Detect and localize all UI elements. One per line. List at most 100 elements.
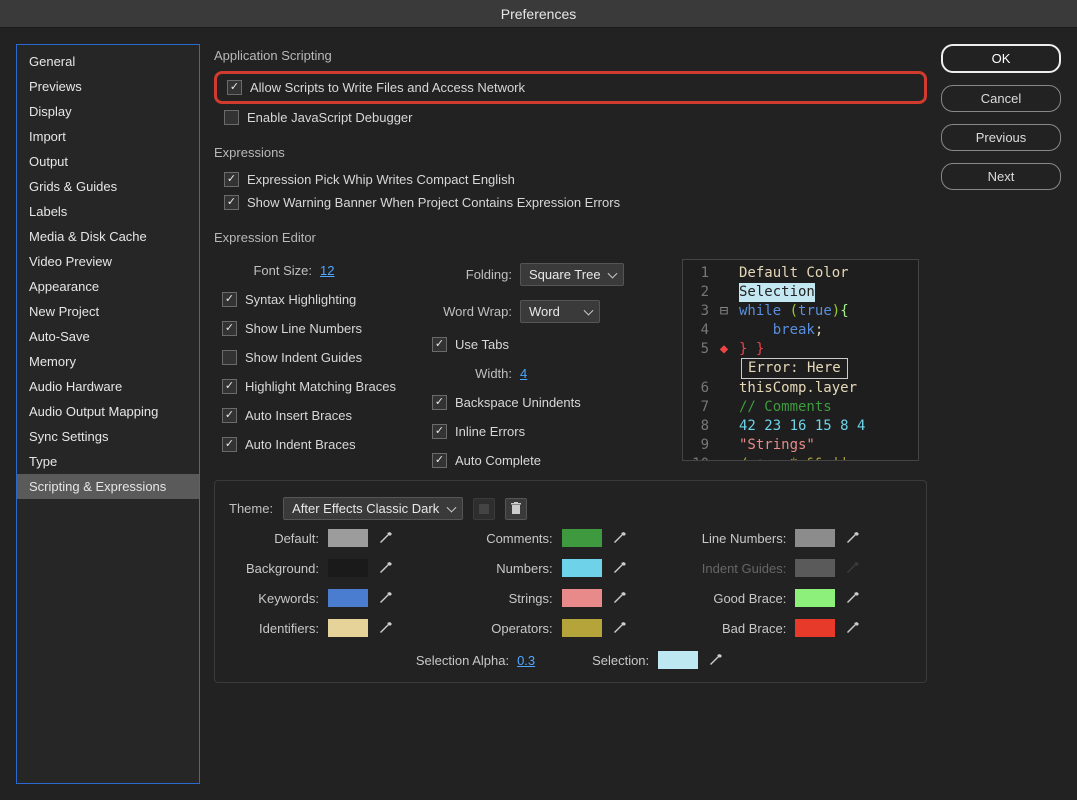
good_brace-eyedropper-icon[interactable] [844,589,862,607]
line_numbers-color-label: Line Numbers: [696,531,786,546]
selection-swatch[interactable] [657,650,699,670]
auto-indent-label: Auto Indent Braces [245,437,356,452]
inline-errors-checkbox[interactable] [432,424,447,439]
next-button[interactable]: Next [941,163,1061,190]
allow-scripts-checkbox[interactable] [227,80,242,95]
match-braces-checkbox[interactable] [222,379,237,394]
save-theme-icon [473,498,495,520]
default-eyedropper-icon[interactable] [377,529,395,547]
comments-swatch[interactable] [561,528,603,548]
sidebar-item-grids-guides[interactable]: Grids & Guides [17,174,199,199]
line-nums-label: Show Line Numbers [245,321,362,336]
sidebar-item-type[interactable]: Type [17,449,199,474]
operators-eyedropper-icon[interactable] [611,619,629,637]
indent-color-label: Indent Guides: [696,561,786,576]
warning-banner-checkbox[interactable] [224,195,239,210]
selection-eyedropper-icon[interactable] [707,651,725,669]
previous-button[interactable]: Previous [941,124,1061,151]
js-debugger-checkbox[interactable] [224,110,239,125]
backspace-unindent-checkbox[interactable] [432,395,447,410]
comments-color-label: Comments: [463,531,553,546]
numbers-color-label: Numbers: [463,561,553,576]
sidebar-item-appearance[interactable]: Appearance [17,274,199,299]
bad_brace-eyedropper-icon[interactable] [844,619,862,637]
bad_brace-color-label: Bad Brace: [696,621,786,636]
use-tabs-label: Use Tabs [455,337,509,352]
operators-color-label: Operators: [463,621,553,636]
indent-guides-label: Show Indent Guides [245,350,362,365]
sidebar-item-previews[interactable]: Previews [17,74,199,99]
selection-alpha-value[interactable]: 0.3 [517,653,535,668]
line_numbers-eyedropper-icon[interactable] [844,529,862,547]
sidebar-item-new-project[interactable]: New Project [17,299,199,324]
auto-indent-checkbox[interactable] [222,437,237,452]
application-scripting-group: Application Scripting Allow Scripts to W… [214,48,927,141]
titlebar: Preferences [0,0,1077,28]
selection-color-label: Selection: [559,653,649,668]
ok-button[interactable]: OK [941,44,1061,73]
good_brace-swatch[interactable] [794,588,836,608]
auto-insert-checkbox[interactable] [222,408,237,423]
theme-select[interactable]: After Effects Classic Dark [283,497,463,520]
sidebar-item-memory[interactable]: Memory [17,349,199,374]
identifiers-swatch[interactable] [327,618,369,638]
sidebar-item-import[interactable]: Import [17,124,199,149]
expression-editor-title: Expression Editor [214,230,927,245]
auto-complete-checkbox[interactable] [432,453,447,468]
js-debugger-label: Enable JavaScript Debugger [247,110,413,125]
use-tabs-checkbox[interactable] [432,337,447,352]
sidebar-item-sync-settings[interactable]: Sync Settings [17,424,199,449]
numbers-swatch[interactable] [561,558,603,578]
preferences-sidebar: GeneralPreviewsDisplayImportOutputGrids … [16,44,200,784]
inline-errors-label: Inline Errors [455,424,525,439]
line-nums-checkbox[interactable] [222,321,237,336]
expressions-title: Expressions [214,145,927,160]
numbers-eyedropper-icon[interactable] [611,559,629,577]
cancel-button[interactable]: Cancel [941,85,1061,112]
auto-complete-label: Auto Complete [455,453,541,468]
strings-swatch[interactable] [561,588,603,608]
font-size-label: Font Size: [222,263,312,278]
comments-eyedropper-icon[interactable] [611,529,629,547]
line_numbers-swatch[interactable] [794,528,836,548]
tab-width-value[interactable]: 4 [520,366,527,381]
strings-color-label: Strings: [463,591,553,606]
sidebar-item-display[interactable]: Display [17,99,199,124]
strings-eyedropper-icon[interactable] [611,589,629,607]
background-eyedropper-icon[interactable] [377,559,395,577]
word-wrap-label: Word Wrap: [432,304,512,319]
sidebar-item-labels[interactable]: Labels [17,199,199,224]
expression-editor-group: Expression Editor Font Size: 12 Syntax H… [214,230,927,695]
word-wrap-select[interactable]: Word [520,300,600,323]
bad_brace-swatch[interactable] [794,618,836,638]
sidebar-item-output[interactable]: Output [17,149,199,174]
sidebar-item-auto-save[interactable]: Auto-Save [17,324,199,349]
identifiers-color-label: Identifiers: [229,621,319,636]
default-color-label: Default: [229,531,319,546]
expressions-group: Expressions Expression Pick Whip Writes … [214,145,927,226]
sidebar-item-scripting-expressions[interactable]: Scripting & Expressions [17,474,199,499]
delete-theme-icon[interactable] [505,498,527,520]
keywords-swatch[interactable] [327,588,369,608]
font-size-value[interactable]: 12 [320,263,334,278]
sidebar-item-audio-hardware[interactable]: Audio Hardware [17,374,199,399]
syntax-hl-label: Syntax Highlighting [245,292,356,307]
sidebar-item-media-disk-cache[interactable]: Media & Disk Cache [17,224,199,249]
indent-eyedropper-icon [844,559,862,577]
dialog-buttons: OK Cancel Previous Next [941,44,1061,784]
sidebar-item-video-preview[interactable]: Video Preview [17,249,199,274]
indent-guides-checkbox[interactable] [222,350,237,365]
window-title: Preferences [501,6,576,22]
identifiers-eyedropper-icon[interactable] [377,619,395,637]
sidebar-item-audio-output-mapping[interactable]: Audio Output Mapping [17,399,199,424]
default-swatch[interactable] [327,528,369,548]
background-swatch[interactable] [327,558,369,578]
keywords-eyedropper-icon[interactable] [377,589,395,607]
syntax-hl-checkbox[interactable] [222,292,237,307]
operators-swatch[interactable] [561,618,603,638]
sidebar-item-general[interactable]: General [17,49,199,74]
folding-select[interactable]: Square Tree [520,263,624,286]
allow-scripts-label: Allow Scripts to Write Files and Access … [250,80,525,95]
pick-whip-checkbox[interactable] [224,172,239,187]
theme-label: Theme: [229,501,273,516]
